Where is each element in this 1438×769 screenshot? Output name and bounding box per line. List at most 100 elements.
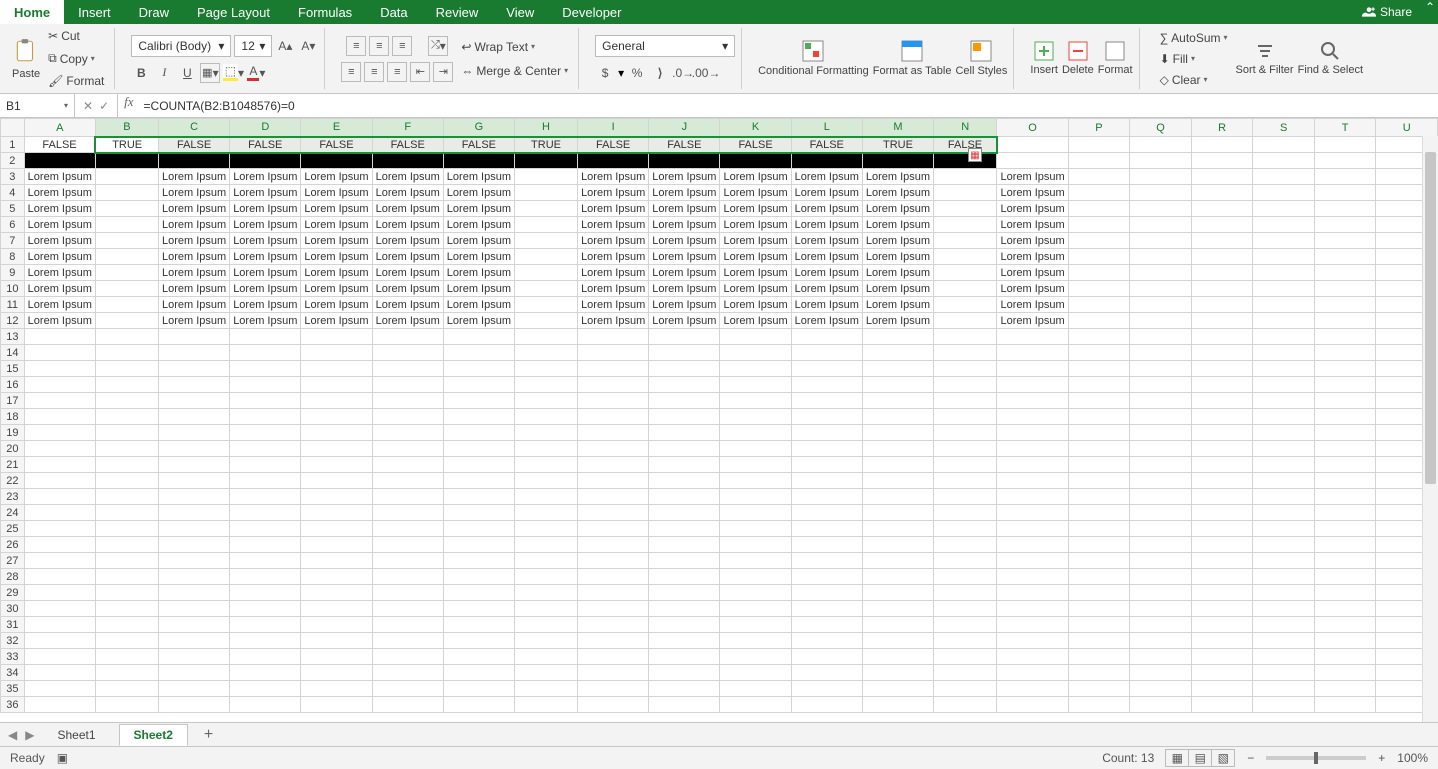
cell-S7[interactable] bbox=[1253, 233, 1315, 249]
conditional-formatting-button[interactable]: Conditional Formatting bbox=[758, 39, 869, 77]
cell-T6[interactable] bbox=[1314, 217, 1375, 233]
cell-A5[interactable]: Lorem Ipsum bbox=[24, 201, 95, 217]
decrease-indent-icon[interactable]: ⇤ bbox=[410, 62, 430, 82]
cell-G16[interactable] bbox=[443, 377, 514, 393]
cell-J30[interactable] bbox=[649, 601, 720, 617]
cell-K19[interactable] bbox=[720, 425, 791, 441]
cell-B1[interactable]: TRUE bbox=[95, 137, 158, 153]
cell-J4[interactable]: Lorem Ipsum bbox=[649, 185, 720, 201]
cell-P23[interactable] bbox=[1068, 489, 1130, 505]
cell-B6[interactable] bbox=[95, 217, 158, 233]
cell-C23[interactable] bbox=[158, 489, 229, 505]
cell-G33[interactable] bbox=[443, 649, 514, 665]
row-header-1[interactable]: 1 bbox=[1, 137, 25, 153]
cell-Q29[interactable] bbox=[1130, 585, 1192, 601]
cell-Q12[interactable] bbox=[1130, 313, 1192, 329]
cell-L16[interactable] bbox=[791, 377, 862, 393]
cell-B14[interactable] bbox=[95, 345, 158, 361]
cell-D36[interactable] bbox=[230, 697, 301, 713]
cell-P18[interactable] bbox=[1068, 409, 1130, 425]
borders-button[interactable]: ▦▾ bbox=[200, 63, 220, 83]
cell-T3[interactable] bbox=[1314, 169, 1375, 185]
cell-D21[interactable] bbox=[230, 457, 301, 473]
cell-E23[interactable] bbox=[301, 489, 372, 505]
cell-A34[interactable] bbox=[24, 665, 95, 681]
paste-button[interactable]: Paste bbox=[12, 36, 40, 80]
cell-E30[interactable] bbox=[301, 601, 372, 617]
view-switcher[interactable]: ▦ ▤ ▧ bbox=[1166, 749, 1235, 767]
row-header-27[interactable]: 27 bbox=[1, 553, 25, 569]
cell-D15[interactable] bbox=[230, 361, 301, 377]
cell-S12[interactable] bbox=[1253, 313, 1315, 329]
cell-M10[interactable]: Lorem Ipsum bbox=[862, 281, 933, 297]
cell-I3[interactable]: Lorem Ipsum bbox=[578, 169, 649, 185]
cell-E2[interactable] bbox=[301, 153, 372, 169]
row-header-11[interactable]: 11 bbox=[1, 297, 25, 313]
cell-J26[interactable] bbox=[649, 537, 720, 553]
cell-J8[interactable]: Lorem Ipsum bbox=[649, 249, 720, 265]
row-header-8[interactable]: 8 bbox=[1, 249, 25, 265]
cell-B27[interactable] bbox=[95, 553, 158, 569]
cell-S14[interactable] bbox=[1253, 345, 1315, 361]
cell-R34[interactable] bbox=[1191, 665, 1253, 681]
cell-C9[interactable]: Lorem Ipsum bbox=[158, 265, 229, 281]
tab-review[interactable]: Review bbox=[422, 0, 493, 24]
cell-T24[interactable] bbox=[1314, 505, 1375, 521]
cell-K2[interactable] bbox=[720, 153, 791, 169]
cell-D1[interactable]: FALSE bbox=[230, 137, 301, 153]
cell-A17[interactable] bbox=[24, 393, 95, 409]
sheet-tab-1[interactable]: Sheet1 bbox=[42, 724, 110, 746]
cell-I20[interactable] bbox=[578, 441, 649, 457]
cell-I13[interactable] bbox=[578, 329, 649, 345]
cell-N14[interactable] bbox=[934, 345, 997, 361]
cell-G17[interactable] bbox=[443, 393, 514, 409]
cell-M12[interactable]: Lorem Ipsum bbox=[862, 313, 933, 329]
cell-F3[interactable]: Lorem Ipsum bbox=[372, 169, 443, 185]
cell-G9[interactable]: Lorem Ipsum bbox=[443, 265, 514, 281]
cell-T4[interactable] bbox=[1314, 185, 1375, 201]
cell-E7[interactable]: Lorem Ipsum bbox=[301, 233, 372, 249]
row-header-13[interactable]: 13 bbox=[1, 329, 25, 345]
cell-Q11[interactable] bbox=[1130, 297, 1192, 313]
cell-I12[interactable]: Lorem Ipsum bbox=[578, 313, 649, 329]
cell-Q35[interactable] bbox=[1130, 681, 1192, 697]
cell-D5[interactable]: Lorem Ipsum bbox=[230, 201, 301, 217]
cell-O32[interactable] bbox=[997, 633, 1068, 649]
cell-K29[interactable] bbox=[720, 585, 791, 601]
cell-H31[interactable] bbox=[515, 617, 578, 633]
cell-B31[interactable] bbox=[95, 617, 158, 633]
cell-C14[interactable] bbox=[158, 345, 229, 361]
cell-O8[interactable]: Lorem Ipsum bbox=[997, 249, 1068, 265]
cell-R24[interactable] bbox=[1191, 505, 1253, 521]
cell-F25[interactable] bbox=[372, 521, 443, 537]
cell-H28[interactable] bbox=[515, 569, 578, 585]
cell-I32[interactable] bbox=[578, 633, 649, 649]
cell-O23[interactable] bbox=[997, 489, 1068, 505]
cell-A14[interactable] bbox=[24, 345, 95, 361]
cell-A31[interactable] bbox=[24, 617, 95, 633]
cell-E13[interactable] bbox=[301, 329, 372, 345]
cell-F9[interactable]: Lorem Ipsum bbox=[372, 265, 443, 281]
cell-J2[interactable] bbox=[649, 153, 720, 169]
cell-S33[interactable] bbox=[1253, 649, 1315, 665]
col-header-E[interactable]: E bbox=[301, 119, 372, 137]
cell-E21[interactable] bbox=[301, 457, 372, 473]
cell-H15[interactable] bbox=[515, 361, 578, 377]
cell-T9[interactable] bbox=[1314, 265, 1375, 281]
cell-H7[interactable] bbox=[515, 233, 578, 249]
cell-O14[interactable] bbox=[997, 345, 1068, 361]
cell-M36[interactable] bbox=[862, 697, 933, 713]
cell-M3[interactable]: Lorem Ipsum bbox=[862, 169, 933, 185]
cell-R17[interactable] bbox=[1191, 393, 1253, 409]
cell-E16[interactable] bbox=[301, 377, 372, 393]
page-break-view-icon[interactable]: ▧ bbox=[1211, 749, 1235, 767]
cell-N12[interactable] bbox=[934, 313, 997, 329]
row-header-23[interactable]: 23 bbox=[1, 489, 25, 505]
cell-G5[interactable]: Lorem Ipsum bbox=[443, 201, 514, 217]
cell-Q14[interactable] bbox=[1130, 345, 1192, 361]
page-layout-view-icon[interactable]: ▤ bbox=[1188, 749, 1212, 767]
cell-S18[interactable] bbox=[1253, 409, 1315, 425]
cell-C35[interactable] bbox=[158, 681, 229, 697]
cell-E20[interactable] bbox=[301, 441, 372, 457]
row-header-18[interactable]: 18 bbox=[1, 409, 25, 425]
